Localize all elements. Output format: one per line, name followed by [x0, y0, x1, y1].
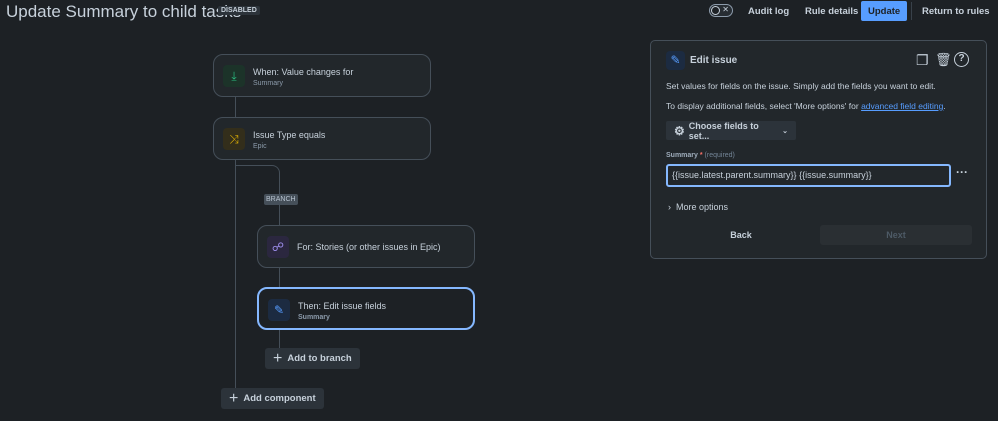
- back-button[interactable]: Back: [711, 225, 771, 245]
- field-label: Summary: [666, 152, 698, 159]
- trigger-icon: ⤓: [223, 65, 245, 87]
- rule-details-button[interactable]: Rule details: [799, 3, 864, 20]
- page-title: Update Summary to child tasks: [6, 2, 242, 21]
- gear-icon: ⚙: [674, 123, 685, 138]
- close-icon: ✕: [722, 5, 729, 14]
- chevron-right-icon: ›: [668, 202, 671, 212]
- trash-icon[interactable]: 🗑: [935, 52, 952, 68]
- card-subtitle: Epic: [253, 143, 267, 150]
- update-button[interactable]: Update: [861, 1, 908, 21]
- card-subtitle: Summary: [253, 80, 283, 87]
- card-title: When: Value changes for: [253, 67, 354, 77]
- branch-label: BRANCH: [264, 194, 298, 205]
- panel-title: Edit issue: [690, 55, 738, 66]
- dropdown-label: Choose fields to set...: [688, 120, 759, 141]
- pencil-icon: ✎: [666, 51, 685, 70]
- action-card[interactable]: ✎ Then: Edit issue fields Summary: [257, 287, 475, 330]
- chevron-down-icon: ⌄: [782, 127, 788, 135]
- advanced-field-editing-link[interactable]: advanced field editing: [861, 101, 943, 111]
- divider: [911, 2, 912, 20]
- duplicate-icon[interactable]: ❐: [916, 52, 929, 69]
- add-to-branch-button[interactable]: + Add to branch: [265, 348, 360, 369]
- hierarchy-icon: ☍: [267, 236, 289, 258]
- return-to-rules-button[interactable]: Return to rules: [916, 3, 996, 20]
- punctuation: .: [943, 101, 946, 111]
- more-icon[interactable]: ···: [956, 165, 968, 179]
- more-options-toggle[interactable]: › More options: [668, 202, 728, 212]
- edit-issue-panel: ✎ Edit issue ❐ 🗑 ? Set values for fields…: [650, 40, 987, 259]
- description: To display additional fields, select 'Mo…: [666, 101, 862, 111]
- description: Set values for fields on the issue. Simp…: [666, 81, 936, 91]
- choose-fields-dropdown[interactable]: ⚙ Choose fields to set... ⌄: [666, 120, 796, 141]
- shuffle-icon: ⤨: [223, 128, 245, 150]
- plus-icon: +: [229, 389, 239, 407]
- trigger-card[interactable]: ⤓ When: Value changes for Summary: [213, 54, 431, 97]
- branch-connector: [235, 165, 280, 195]
- pencil-icon: ✎: [268, 299, 290, 321]
- button-label: Add to branch: [287, 353, 352, 364]
- next-button[interactable]: Next: [820, 225, 972, 245]
- summary-input[interactable]: {{issue.latest.parent.summary}} {{issue.…: [666, 164, 951, 187]
- required-mark: *: [699, 152, 703, 159]
- card-title: Then: Edit issue fields: [298, 301, 387, 311]
- help-icon[interactable]: ?: [954, 52, 969, 67]
- branch-card[interactable]: ☍ For: Stories (or other issues in Epic): [257, 225, 475, 268]
- add-component-button[interactable]: + Add component: [221, 388, 324, 409]
- button-label: Add component: [243, 393, 316, 404]
- plus-icon: +: [273, 349, 283, 367]
- card-title: For: Stories (or other issues in Epic): [297, 242, 441, 252]
- status-badge: DISABLED: [218, 6, 260, 15]
- enable-toggle[interactable]: ✕: [709, 4, 733, 17]
- toggle-label: More options: [676, 202, 729, 212]
- card-subtitle: Summary: [298, 314, 330, 321]
- card-title: Issue Type equals: [253, 130, 326, 140]
- audit-log-button[interactable]: Audit log: [742, 3, 795, 20]
- required-hint: (required): [704, 152, 735, 159]
- condition-card[interactable]: ⤨ Issue Type equals Epic: [213, 117, 431, 160]
